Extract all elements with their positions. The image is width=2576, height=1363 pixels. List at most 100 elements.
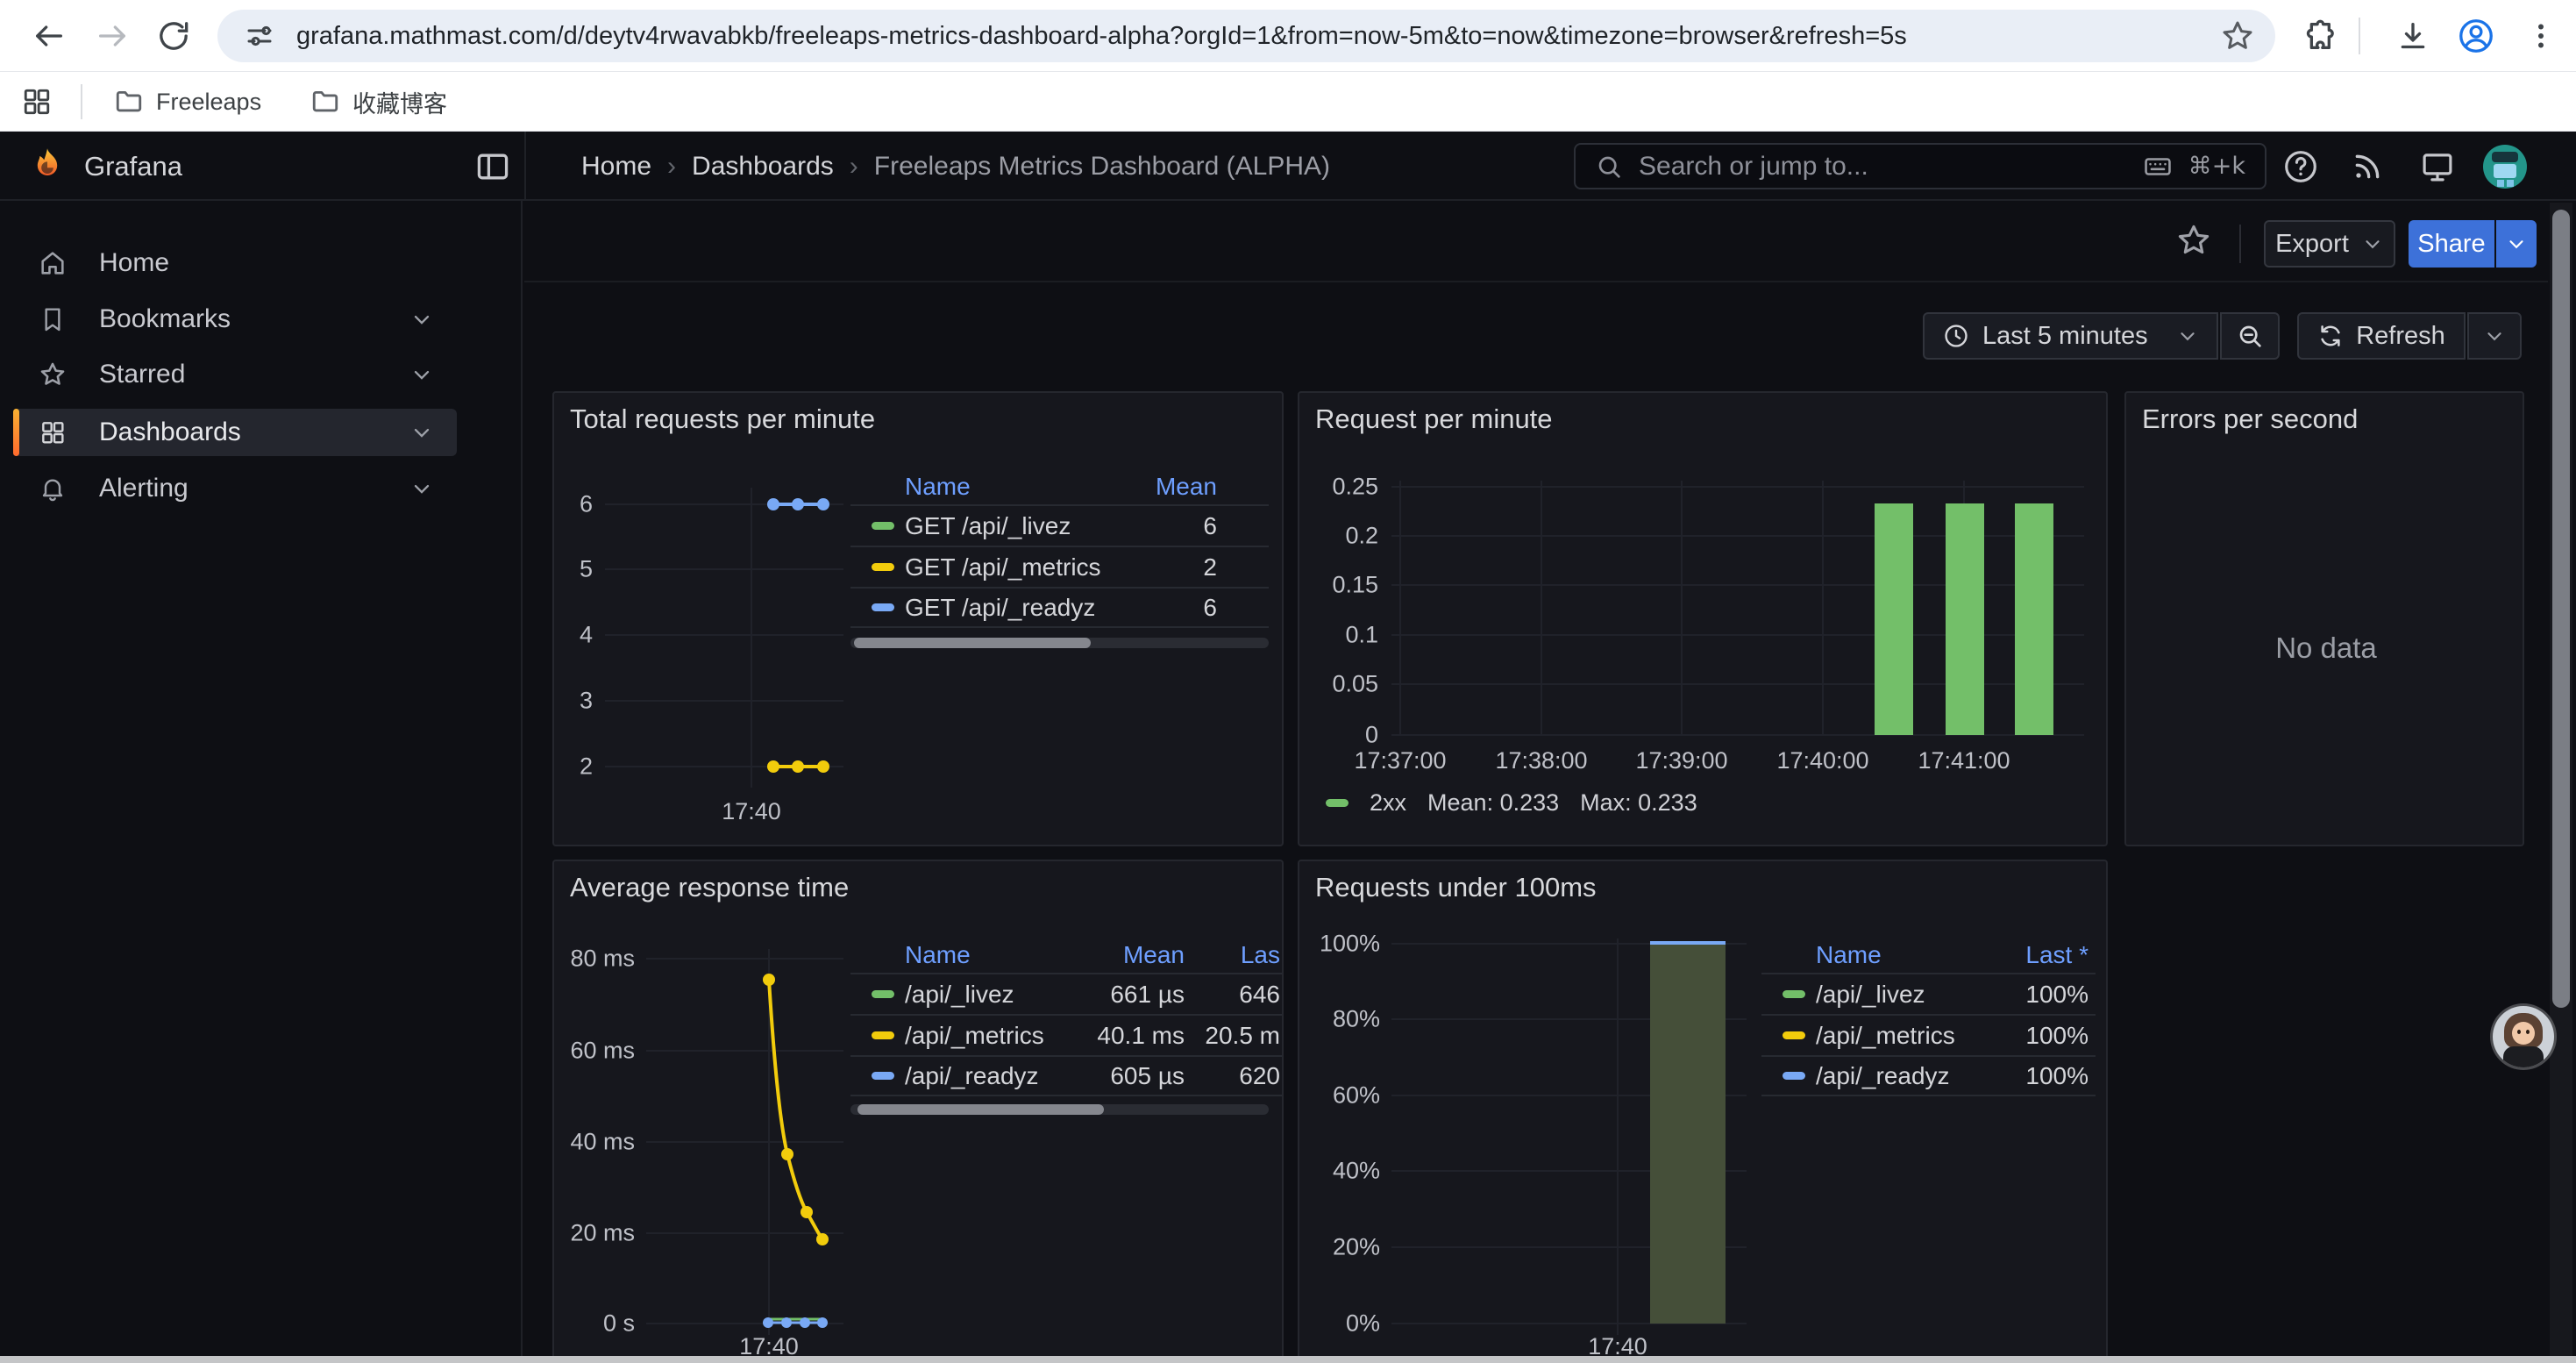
series-dash-blue [872,603,894,611]
dock-menu-icon[interactable] [473,147,512,186]
bookmark-folder-blogs[interactable]: 收藏博客 [298,82,459,121]
avatar-body [2503,1046,2544,1067]
col-header-last[interactable]: Last * [2025,941,2089,969]
zoom-out-button[interactable] [2220,312,2280,360]
avatar-hair [2492,152,2518,162]
refresh-interval-button[interactable] [2467,312,2522,360]
browser-toolbar: grafana.mathmast.com/d/deytv4rwavabkb/fr… [0,0,2576,72]
chevron-down-icon[interactable] [409,476,434,501]
folder-icon [310,87,340,117]
legend-table: Name Mean GET /api/_livez 6 GET /api/_me… [850,468,1269,628]
legend-mean: Mean: 0.233 [1427,789,1559,817]
y-tick: 4 [558,622,593,649]
panel-average-response-time[interactable]: Average response time 80 ms 60 ms 40 ms … [552,860,1284,1363]
col-header-mean[interactable]: Mean [1156,473,1217,501]
bookmark-star-icon[interactable] [2211,10,2264,62]
bookmark-folder-freeleaps[interactable]: Freeleaps [102,82,274,121]
table-scrollbar-thumb[interactable] [857,1104,1104,1115]
y-tick: 0.2 [1308,523,1378,550]
news-rss-icon[interactable] [2346,146,2388,188]
breadcrumb-home[interactable]: Home [581,152,651,182]
bookmark-label: Freeleaps [156,89,261,116]
site-settings-icon[interactable] [244,20,275,52]
address-bar[interactable]: grafana.mathmast.com/d/deytv4rwavabkb/fr… [217,10,2275,62]
back-icon[interactable] [23,10,75,62]
series-dash-yellow [872,1031,894,1039]
panel-request-per-minute[interactable]: Request per minute 0.25 0.2 0.15 [1298,391,2108,846]
kiosk-monitor-icon[interactable] [2416,146,2459,188]
chevron-down-icon[interactable] [409,307,434,332]
table-row[interactable]: /api/_readyz 605 µs 620 [850,1055,1284,1096]
sidebar-item-dashboards[interactable]: Dashboards [13,409,457,456]
table-row[interactable]: /api/_livez 661 µs 646 [850,973,1284,1014]
col-header-name[interactable]: Name [1816,941,2025,969]
share-menu-button[interactable] [2496,220,2537,268]
panel-total-requests[interactable]: Total requests per minute 6 5 4 3 2 17:4… [552,391,1284,846]
table-row[interactable]: /api/_metrics 40.1 ms 20.5 m [850,1014,1284,1055]
table-scrollbar[interactable] [850,1104,1269,1115]
y-tick: 40 ms [559,1129,635,1156]
browser-menu-icon[interactable] [2515,10,2567,62]
help-icon[interactable] [2280,146,2322,188]
search-input[interactable]: Search or jump to... ⌘+k [1574,143,2266,189]
avatar-eye [2526,1030,2530,1034]
table-row[interactable]: GET /api/_livez 6 [850,504,1269,546]
grafana-logo[interactable] [26,146,68,188]
share-button[interactable]: Share [2409,220,2494,268]
y-tick: 40% [1305,1158,1380,1185]
time-range-picker[interactable]: Last 5 minutes [1923,312,2218,360]
breadcrumb-dashboards[interactable]: Dashboards [692,152,834,182]
table-row[interactable]: GET /api/_metrics 2 [850,546,1269,587]
table-row[interactable]: /api/_metrics 100% [1761,1014,2096,1055]
chart-legend[interactable]: 2xx Mean: 0.233 Max: 0.233 [1326,789,1697,817]
user-avatar[interactable] [2483,145,2527,189]
extensions-icon[interactable] [2295,10,2348,62]
page-scrollbar[interactable] [2550,203,2572,1356]
col-header-name[interactable]: Name [905,473,1156,501]
series-last: 620 [1185,1062,1284,1090]
page-scrollbar-thumb[interactable] [2552,210,2570,1008]
download-icon[interactable] [2387,10,2439,62]
panel-title[interactable]: Errors per second [2142,403,2358,435]
dashboard-actions-row: Export Share [524,201,2548,282]
sidebar-item-bookmarks[interactable]: Bookmarks [13,296,457,343]
series-mean: 40.1 ms [1071,1022,1185,1050]
grafana-app: Grafana Home › Dashboards › Freeleaps Me… [0,132,2576,1356]
series-name: GET /api/_metrics [905,553,1203,582]
table-row[interactable]: /api/_livez 100% [1761,973,2096,1014]
table-scrollbar-thumb[interactable] [854,638,1091,648]
chevron-down-icon[interactable] [409,362,434,387]
series-mean: 6 [1203,512,1217,540]
export-button[interactable]: Export [2264,220,2395,268]
y-tick: 6 [558,491,593,518]
y-tick: 0.05 [1308,671,1378,698]
grafana-brand[interactable]: Grafana [84,151,182,182]
col-header-mean[interactable]: Mean [1071,941,1185,969]
profile-icon[interactable] [2450,10,2502,62]
panel-errors-per-second[interactable]: Errors per second No data [2124,391,2524,846]
legend-series-name[interactable]: 2xx [1370,789,1406,817]
sidebar-item-label: Bookmarks [99,304,231,334]
breadcrumb-separator: › [834,152,874,182]
favorite-star-icon[interactable] [2174,221,2213,260]
reload-icon[interactable] [147,10,200,62]
panel-requests-under-100ms[interactable]: Requests under 100ms 100% 80% 60% 40% 20… [1298,860,2108,1363]
table-row[interactable]: GET /api/_readyz 6 [850,587,1269,628]
col-header-last[interactable]: Las [1185,941,1284,969]
chevron-down-icon[interactable] [409,420,434,445]
sidebar-item-alerting[interactable]: Alerting [13,465,457,512]
series-name: /api/_readyz [905,1062,1071,1090]
y-tick: 2 [558,753,593,781]
col-header-name[interactable]: Name [905,941,1071,969]
sidebar-item-starred[interactable]: Starred [13,351,457,398]
x-tick: 17:40 [672,798,830,825]
y-tick: 20 ms [559,1220,635,1247]
table-row[interactable]: /api/_readyz 100% [1761,1055,2096,1096]
table-scrollbar[interactable] [850,638,1269,648]
x-tick: 17:39:00 [1603,747,1761,774]
apps-grid-icon[interactable] [16,81,58,123]
forward-icon[interactable] [86,10,139,62]
sidebar-item-home[interactable]: Home [13,239,457,287]
floating-assistant-avatar[interactable] [2493,1006,2554,1067]
refresh-button[interactable]: Refresh [2297,312,2466,360]
